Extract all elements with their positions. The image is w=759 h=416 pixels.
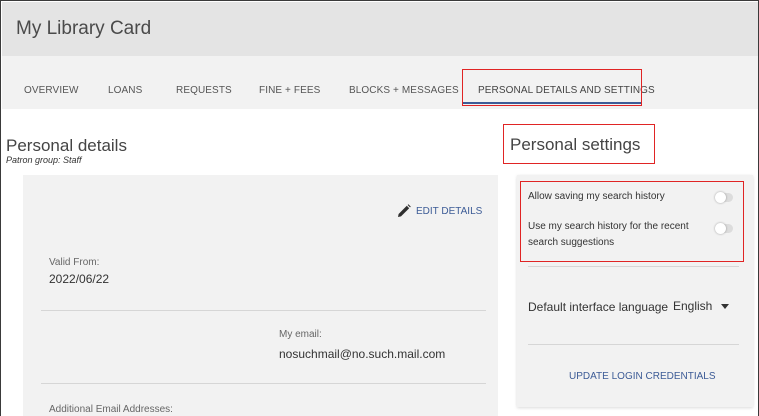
email-label: My email: bbox=[279, 329, 322, 340]
use-search-history-label: Use my search history for the recent sea… bbox=[528, 221, 689, 248]
personal-settings-title: Personal settings bbox=[510, 135, 641, 154]
use-search-history-toggle[interactable] bbox=[715, 223, 733, 234]
active-tab-indicator bbox=[463, 102, 641, 104]
toggle-knob bbox=[715, 192, 726, 203]
allow-search-history-label: Allow saving my search history bbox=[528, 191, 665, 202]
page-header: My Library Card bbox=[2, 2, 758, 56]
tab-requests[interactable]: REQUESTS bbox=[176, 85, 232, 96]
details-divider bbox=[41, 310, 486, 311]
settings-divider bbox=[528, 344, 739, 345]
default-language-value: English bbox=[673, 299, 713, 313]
edit-details-label: EDIT DETAILS bbox=[416, 205, 483, 217]
tab-loans[interactable]: LOANS bbox=[108, 85, 142, 96]
toggle-knob bbox=[715, 223, 726, 234]
default-language-select[interactable]: English bbox=[673, 299, 730, 313]
tab-overview[interactable]: OVERVIEW bbox=[24, 85, 79, 96]
page-title: My Library Card bbox=[16, 18, 152, 39]
page-frame: My Library Card OVERVIEW LOANS REQUESTS … bbox=[0, 0, 759, 416]
valid-from-label: Valid From: bbox=[49, 257, 100, 268]
chevron-down-icon bbox=[721, 303, 730, 309]
tab-fine-fees[interactable]: FINE + FEES bbox=[259, 85, 320, 96]
pencil-icon bbox=[398, 204, 411, 217]
update-login-credentials-button[interactable]: UPDATE LOGIN CREDENTIALS bbox=[569, 371, 716, 382]
personal-details-title: Personal details bbox=[6, 136, 127, 155]
edit-details-button[interactable]: EDIT DETAILS bbox=[397, 204, 482, 218]
tab-bar: OVERVIEW LOANS REQUESTS FINE + FEES BLOC… bbox=[2, 56, 758, 109]
additional-email-label: Additional Email Addresses: bbox=[49, 404, 173, 415]
default-language-label: Default interface language bbox=[528, 300, 669, 314]
details-divider bbox=[41, 383, 486, 384]
allow-search-history-toggle[interactable] bbox=[715, 192, 733, 203]
tab-personal-details-settings[interactable]: PERSONAL DETAILS AND SETTINGS bbox=[478, 85, 655, 96]
email-value: nosuchmail@no.such.mail.com bbox=[279, 347, 446, 361]
valid-from-value: 2022/06/22 bbox=[49, 272, 110, 286]
settings-divider bbox=[528, 266, 739, 267]
tab-blocks-messages[interactable]: BLOCKS + MESSAGES bbox=[349, 85, 459, 96]
patron-group-text: Patron group: Staff bbox=[6, 155, 82, 165]
